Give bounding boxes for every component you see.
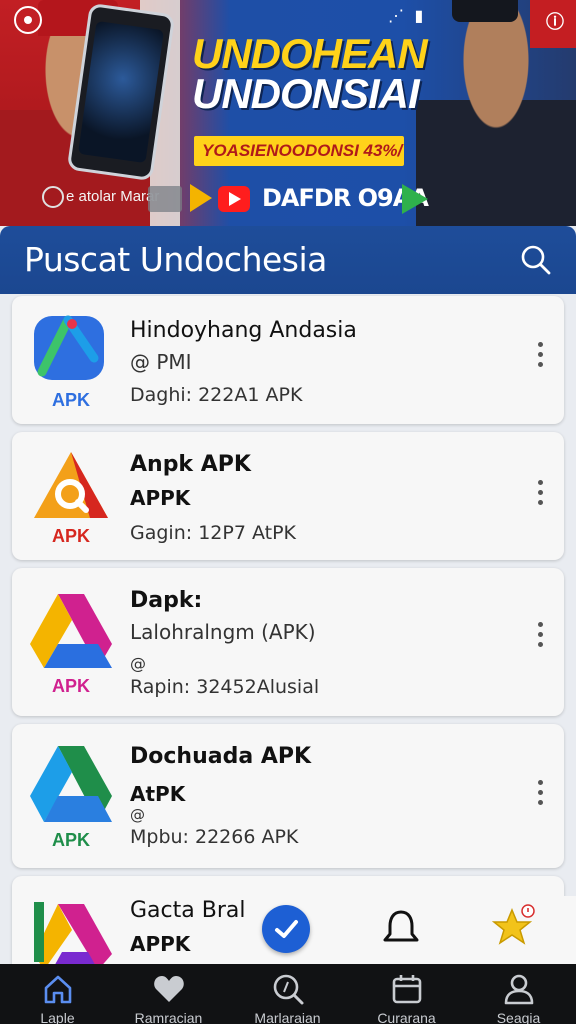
nav-item-profile[interactable]: Seagia (461, 964, 576, 1024)
app-icon-2: APK (28, 446, 114, 546)
banner-headline: UNDOHEAN UNDONSIAI (192, 30, 428, 117)
app-logo-icon (30, 594, 112, 668)
record-icon[interactable] (14, 6, 42, 34)
google-play-icon (402, 184, 428, 214)
headline-line-2: UNDONSIAI (192, 70, 420, 117)
app-card-1[interactable]: APK Hindoyhang Andasia @ PMI Daghi: 222A… (12, 296, 564, 424)
more-options-icon[interactable] (536, 622, 544, 652)
app-icon-4: APK (28, 742, 114, 850)
app-meta: Mpbu: 22266 APK (130, 826, 299, 848)
nav-label: Seagia (496, 1010, 541, 1024)
app-meta: Daghi: 222A1 APK (130, 384, 303, 406)
banner-tagline: YOASIENOODONSI 43%/ (194, 136, 404, 166)
search-icon[interactable] (516, 240, 556, 280)
youtube-icon (218, 186, 250, 212)
app-extra: @ (130, 654, 146, 673)
profile-icon (504, 974, 533, 1005)
nav-label: Curarana (377, 1010, 436, 1024)
check-button[interactable] (262, 905, 310, 953)
bottom-navigation: Laple Ramracian Marlaraian Curarana Seag… (0, 964, 576, 1024)
play-icon (190, 184, 212, 212)
more-options-icon[interactable] (536, 780, 544, 810)
headline-line-1: UNDOHEAN (192, 30, 428, 77)
nav-label: Marlaraian (254, 1010, 321, 1024)
info-icon[interactable]: ⓘ (546, 8, 564, 34)
more-options-icon[interactable] (536, 480, 544, 510)
promo-banner[interactable]: ⋰ ▮ ⓘ UNDOHEAN UNDONSIAI YOASIENOODONSI … (0, 0, 576, 226)
heart-icon (153, 976, 184, 1002)
officer-cap (452, 0, 518, 22)
nav-label: Ramracian (134, 1010, 203, 1024)
app-logo-icon (34, 902, 112, 970)
app-logo-icon (34, 452, 108, 518)
apk-badge: APK (51, 676, 90, 696)
nav-label: Laple (40, 1010, 75, 1024)
play-store-icon (148, 186, 182, 212)
apk-badge: APK (51, 526, 90, 546)
search-icon (273, 974, 303, 1005)
app-logo-icon (30, 746, 112, 822)
check-icon (275, 920, 298, 938)
apk-badge: APK (51, 830, 90, 850)
app-developer: APPK (130, 932, 191, 956)
app-header: Puscat Undochesia (0, 226, 576, 294)
app-card-4[interactable]: APK Dochuada APK AtPK @ Mpbu: 22266 APK (12, 724, 564, 868)
app-developer: AtPK (130, 782, 186, 806)
app-developer: @ PMI (130, 350, 192, 374)
app-developer: APPK (130, 486, 191, 510)
brand-logo-icon (42, 186, 64, 208)
app-name: Dapk: (130, 588, 203, 613)
app-extra: @ (130, 806, 145, 824)
app-name: Dochuada APK (130, 744, 312, 769)
star-icon[interactable] (492, 902, 538, 948)
nav-item-favorites[interactable]: Ramracian (111, 964, 226, 1024)
app-logo-icon (34, 315, 104, 380)
app-icon-1: APK (28, 310, 114, 410)
nav-item-calendar[interactable]: Curarana (349, 964, 464, 1024)
app-meta: Rapin: 32452Alusial (130, 676, 320, 698)
notification-bell-icon[interactable] (380, 906, 422, 948)
banner-caption: e atolar Marar (66, 188, 160, 205)
home-icon (44, 975, 71, 1004)
app-card-3[interactable]: APK Dapk: Lalohralngm (APK) @ Rapin: 324… (12, 568, 564, 716)
apk-badge: APK (51, 390, 90, 410)
page-title: Puscat Undochesia (24, 240, 327, 279)
app-icon-3: APK (28, 590, 114, 696)
app-developer: Lalohralngm (APK) (130, 620, 316, 644)
more-options-icon[interactable] (536, 342, 544, 372)
app-card-2[interactable]: APK Anpk APK APPK Gagin: 12P7 AtPK (12, 432, 564, 560)
app-name: Anpk APK (130, 452, 251, 477)
app-meta: Gagin: 12P7 AtPK (130, 522, 296, 544)
status-icons: ⋰ ▮ (388, 8, 427, 25)
app-name: Hindoyhang Andasia (130, 318, 357, 343)
nav-item-search[interactable]: Marlaraian (230, 964, 345, 1024)
nav-item-home[interactable]: Laple (0, 964, 115, 1024)
calendar-icon (392, 975, 421, 1004)
